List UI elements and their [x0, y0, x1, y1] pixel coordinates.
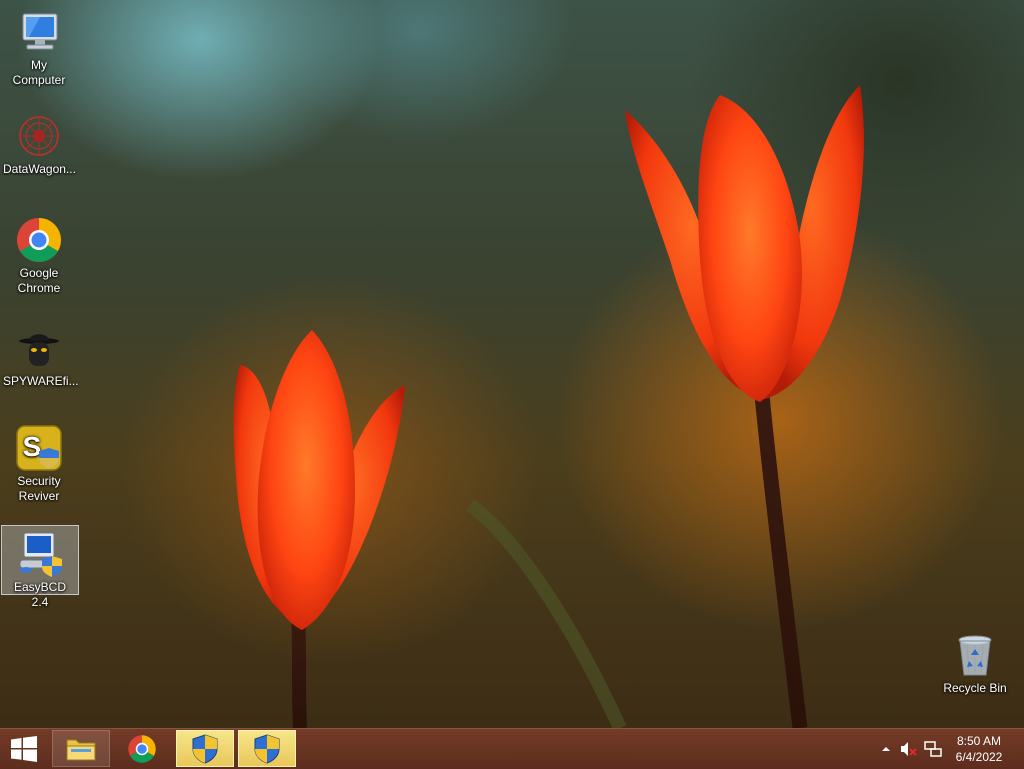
desktop-icon-spywarefighter[interactable]: SPYWAREfi... — [1, 320, 79, 389]
clock-time: 8:50 AM — [956, 734, 1002, 748]
svg-text:S: S — [23, 431, 42, 462]
taskbar-file-explorer-button[interactable] — [52, 730, 110, 767]
desktop-icon-google-chrome[interactable]: Google Chrome — [1, 212, 77, 296]
folder-icon — [66, 739, 96, 760]
right-tulip — [625, 85, 864, 402]
volume-muted-icon[interactable] — [900, 741, 917, 757]
desktop-icon-my-computer[interactable]: My Computer — [1, 4, 77, 88]
desktop-wallpaper — [0, 0, 1024, 768]
desktop-icon-label: EasyBCD 2.4 — [13, 580, 66, 609]
taskbar-chrome-button[interactable] — [113, 730, 171, 767]
easybcd-icon — [16, 530, 64, 578]
desktop-icon-label: Security Reviver — [17, 474, 61, 503]
network-icon[interactable] — [924, 741, 942, 757]
security-reviver-icon: S — [15, 424, 63, 472]
uac-shield-icon — [192, 733, 218, 764]
windows-logo-icon — [11, 736, 37, 762]
taskbar-clock[interactable]: 8:50 AM 6/4/2022 — [944, 733, 1014, 765]
show-hidden-icons-chevron-up-icon[interactable] — [878, 741, 894, 757]
desktop-icon-label: DataWagon... — [3, 162, 76, 176]
chrome-icon — [128, 734, 156, 763]
left-tulip — [233, 330, 405, 630]
taskbar-shield-app-button-2[interactable] — [238, 730, 296, 767]
uac-shield-icon — [254, 733, 280, 764]
computer-icon — [15, 8, 63, 56]
desktop-icon-label: SPYWAREfi... — [3, 374, 79, 388]
start-button[interactable] — [0, 729, 48, 769]
desktop-icon-easybcd[interactable]: EasyBCD 2.4 — [1, 525, 79, 609]
spy-hat-icon — [15, 324, 63, 372]
chrome-icon — [15, 216, 63, 264]
desktop-icon-datawagon[interactable]: DataWagon... — [1, 108, 77, 177]
datawagon-icon — [15, 112, 63, 160]
tulip-wallpaper-art — [233, 85, 864, 731]
desktop-icon-label: My Computer — [12, 58, 66, 87]
desktop-icon-recycle-bin[interactable]: Recycle Bin — [937, 627, 1013, 696]
clock-date: 6/4/2022 — [955, 750, 1003, 764]
recycle-bin-icon — [951, 631, 999, 679]
desktop-icon-label: Recycle Bin — [943, 681, 1007, 695]
desktop-icon-security-reviver[interactable]: S Security Reviver — [1, 420, 77, 504]
taskbar: 8:50 AM 6/4/2022 — [0, 728, 1024, 769]
taskbar-shield-app-button-1[interactable] — [176, 730, 234, 767]
desktop-icon-label: Google Chrome — [17, 266, 61, 295]
